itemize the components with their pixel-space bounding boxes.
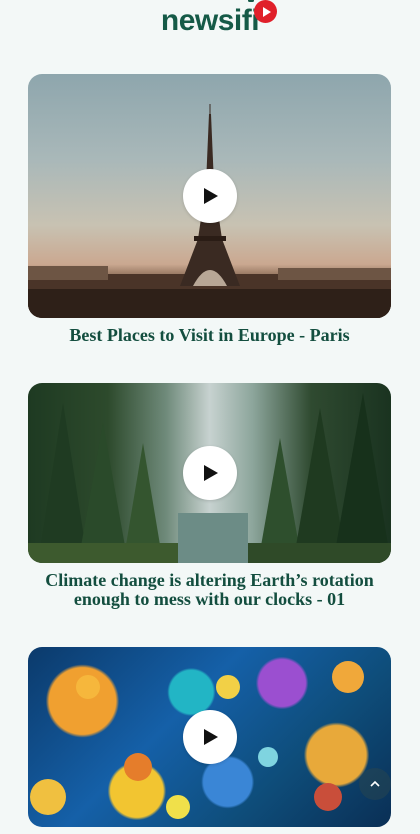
video-thumbnail[interactable] bbox=[28, 74, 391, 318]
video-card[interactable]: Climate change is altering Earth’s rotat… bbox=[28, 383, 391, 609]
chevron-up-icon bbox=[370, 780, 380, 787]
video-thumbnail[interactable] bbox=[28, 383, 391, 563]
play-icon bbox=[204, 188, 218, 204]
play-icon bbox=[204, 465, 218, 481]
play-button[interactable] bbox=[182, 710, 237, 764]
video-card[interactable] bbox=[28, 647, 391, 827]
play-button[interactable] bbox=[182, 169, 237, 223]
video-title[interactable]: Climate change is altering Earth’s rotat… bbox=[28, 571, 391, 609]
video-thumbnail[interactable] bbox=[28, 647, 391, 827]
play-button[interactable] bbox=[182, 446, 237, 500]
logo-text: newsifi bbox=[160, 4, 260, 37]
video-title[interactable]: Best Places to Visit in Europe - Paris bbox=[28, 326, 391, 345]
play-icon bbox=[204, 729, 218, 745]
scroll-to-top-button[interactable] bbox=[359, 768, 391, 800]
logo-dot bbox=[248, 0, 254, 2]
logo-play-icon bbox=[254, 0, 277, 23]
video-card[interactable]: Best Places to Visit in Europe - Paris bbox=[28, 74, 391, 345]
site-logo[interactable]: newsifi bbox=[0, 0, 420, 40]
